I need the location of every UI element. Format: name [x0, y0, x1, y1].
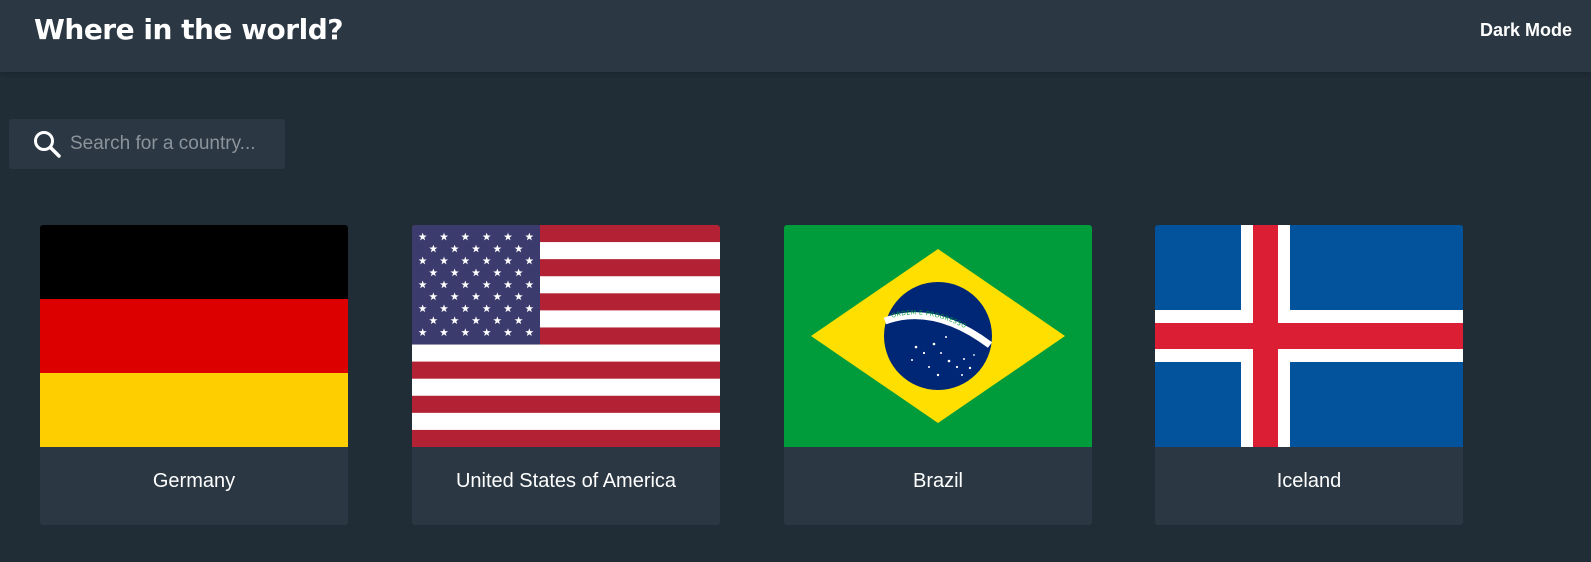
search-box[interactable] — [9, 119, 285, 169]
germany-flag-image — [40, 225, 348, 447]
search-icon — [34, 131, 61, 158]
iceland-flag-image — [1155, 225, 1463, 447]
country-name: Germany — [152, 470, 236, 492]
country-name: Iceland — [1276, 470, 1342, 492]
country-card-usa[interactable]: United States of America — [412, 225, 720, 525]
country-card-brazil[interactable]: ORDEM E PROGRESSO Brazil — [784, 225, 1092, 525]
dark-mode-toggle[interactable]: Dark Mode — [1480, 19, 1572, 41]
app-header: Where in the world? Dark Mode — [0, 0, 1591, 72]
country-name: United States of America — [455, 470, 677, 492]
app-title: Where in the world? — [34, 13, 344, 46]
search-input[interactable] — [70, 129, 275, 159]
country-card-iceland[interactable]: Iceland — [1155, 225, 1463, 525]
country-card-germany[interactable]: Germany — [40, 225, 348, 525]
usa-flag-image — [412, 225, 720, 447]
brazil-flag-image: ORDEM E PROGRESSO — [784, 225, 1092, 447]
country-name: Brazil — [912, 470, 963, 492]
